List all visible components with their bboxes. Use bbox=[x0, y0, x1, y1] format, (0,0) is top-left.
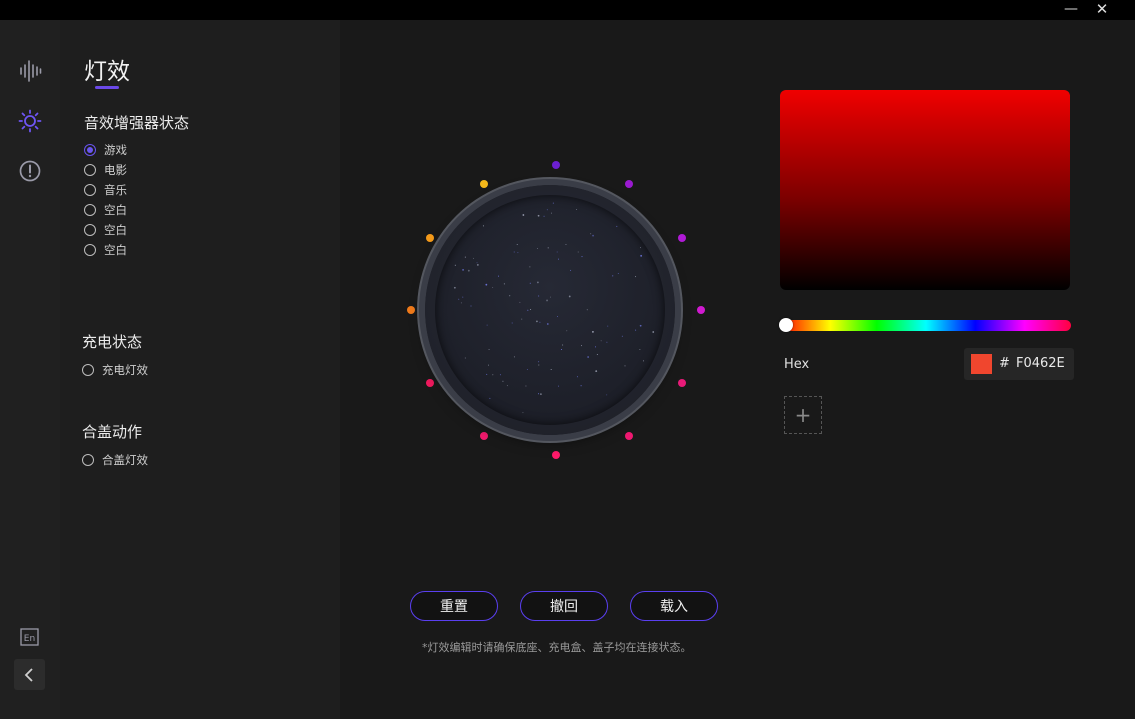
current-color-swatch bbox=[971, 354, 992, 374]
main-area: 重置 撤回 载入 *灯效编辑时请确保底座、充电盒、盖子均在连接状态。 Hex #… bbox=[340, 20, 1135, 719]
language-button[interactable]: En bbox=[15, 622, 45, 652]
settings-panel: 灯效 音效增强器状态 游戏 电影 音乐 空白 空白 空白 充电状态 充电灯效 合盖动作 合… bbox=[60, 20, 340, 719]
light-effect-icon bbox=[18, 109, 42, 133]
led-dot[interactable] bbox=[552, 161, 560, 169]
hash-symbol: # bbox=[999, 356, 1010, 371]
language-icon: En bbox=[20, 628, 39, 646]
option-label: 电影 bbox=[104, 163, 127, 177]
charge-status-title: 充电状态 bbox=[82, 333, 143, 351]
close-button[interactable]: ✕ bbox=[1087, 0, 1117, 20]
svg-text:En: En bbox=[24, 634, 35, 644]
option-label: 游戏 bbox=[104, 143, 127, 157]
option-label: 空白 bbox=[104, 223, 127, 237]
dial-surface bbox=[435, 195, 665, 425]
sound-enhancer-title: 音效增强器状态 bbox=[84, 114, 190, 132]
hue-slider[interactable] bbox=[781, 320, 1071, 331]
sound-option[interactable]: 空白 bbox=[84, 242, 127, 258]
add-color-button[interactable]: + bbox=[784, 396, 822, 434]
led-dot[interactable] bbox=[426, 233, 435, 242]
radio-button-selected[interactable] bbox=[84, 144, 96, 156]
charge-light-option[interactable]: 充电灯效 bbox=[82, 362, 148, 378]
title-bar: — ✕ bbox=[0, 0, 1135, 20]
load-button[interactable]: 载入 bbox=[630, 591, 718, 621]
sound-option[interactable]: 空白 bbox=[84, 202, 127, 218]
led-dot[interactable] bbox=[479, 180, 488, 189]
nav-light-effect[interactable] bbox=[15, 106, 45, 136]
starfield-texture bbox=[453, 202, 655, 414]
sound-option[interactable]: 音乐 bbox=[84, 182, 127, 198]
led-dot[interactable] bbox=[624, 431, 633, 440]
nav-equalizer[interactable] bbox=[15, 56, 45, 86]
device-dial-preview bbox=[425, 185, 675, 435]
sound-option[interactable]: 电影 bbox=[84, 162, 127, 178]
led-dot[interactable] bbox=[677, 378, 686, 387]
radio-button[interactable] bbox=[84, 164, 96, 176]
hex-value: F0462E bbox=[1016, 356, 1065, 371]
equalizer-icon bbox=[20, 60, 42, 82]
option-label: 空白 bbox=[104, 203, 127, 217]
led-dot[interactable] bbox=[552, 451, 560, 459]
info-icon bbox=[19, 160, 41, 182]
sound-option[interactable]: 空白 bbox=[84, 222, 127, 238]
led-dot[interactable] bbox=[697, 306, 705, 314]
undo-button[interactable]: 撤回 bbox=[520, 591, 608, 621]
option-label: 合盖灯效 bbox=[102, 453, 148, 467]
led-dot[interactable] bbox=[677, 233, 686, 242]
led-dot[interactable] bbox=[479, 431, 488, 440]
option-label: 空白 bbox=[104, 243, 127, 257]
radio-button[interactable] bbox=[84, 224, 96, 236]
led-dot[interactable] bbox=[407, 306, 415, 314]
radio-button[interactable] bbox=[84, 184, 96, 196]
collapse-sidebar-button[interactable] bbox=[14, 659, 45, 690]
page-title: 灯效 bbox=[84, 59, 130, 85]
color-gradient-picker[interactable] bbox=[780, 90, 1070, 290]
minimize-button[interactable]: — bbox=[1056, 0, 1086, 20]
plus-icon: + bbox=[794, 403, 812, 427]
lid-light-option[interactable]: 合盖灯效 bbox=[82, 452, 148, 468]
led-dot[interactable] bbox=[426, 378, 435, 387]
radio-button[interactable] bbox=[82, 454, 94, 466]
radio-button[interactable] bbox=[82, 364, 94, 376]
chevron-left-icon bbox=[24, 667, 33, 682]
sound-option[interactable]: 游戏 bbox=[84, 142, 127, 158]
hex-input[interactable]: # F0462E bbox=[964, 348, 1074, 380]
connection-note: *灯效编辑时请确保底座、充电盒、盖子均在连接状态。 bbox=[422, 641, 692, 654]
nav-info[interactable] bbox=[15, 156, 45, 186]
hex-label: Hex bbox=[784, 357, 810, 372]
reset-button[interactable]: 重置 bbox=[410, 591, 498, 621]
radio-button[interactable] bbox=[84, 204, 96, 216]
option-label: 充电灯效 bbox=[102, 363, 148, 377]
option-label: 音乐 bbox=[104, 183, 127, 197]
hue-slider-thumb[interactable] bbox=[779, 318, 793, 332]
icon-sidebar: En bbox=[0, 20, 60, 719]
led-dot[interactable] bbox=[624, 180, 633, 189]
radio-button[interactable] bbox=[84, 244, 96, 256]
title-underline bbox=[95, 86, 119, 89]
lid-action-title: 合盖动作 bbox=[82, 423, 143, 441]
